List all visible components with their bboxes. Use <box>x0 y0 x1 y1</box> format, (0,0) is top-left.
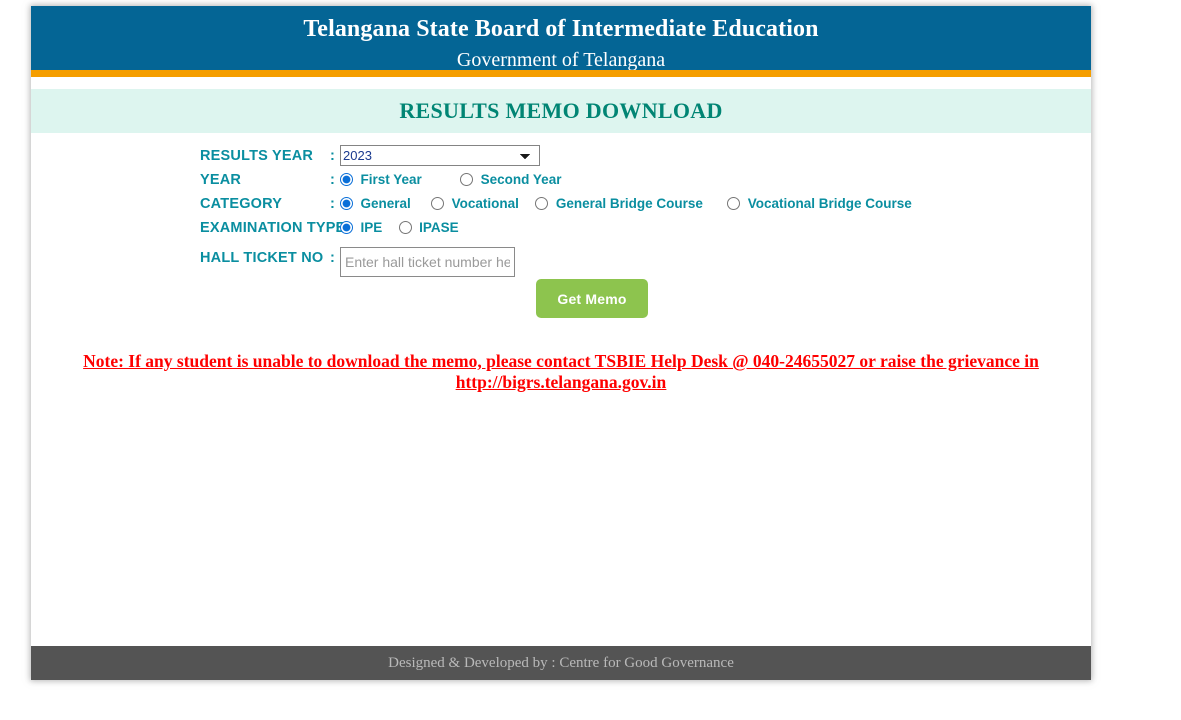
radio-item-second-year[interactable]: Second Year <box>460 169 561 191</box>
footer-credit: Designed & Developed by : Centre for Goo… <box>388 655 734 671</box>
radio-general[interactable] <box>340 196 353 210</box>
colon-year: : <box>330 172 335 188</box>
radio-label-ipase[interactable]: IPASE <box>419 220 459 235</box>
radio-label-first-year[interactable]: First Year <box>360 172 421 187</box>
field-examination-type: IPE IPASE <box>340 217 459 239</box>
label-year: YEAR <box>200 172 242 188</box>
colon-category: : <box>330 196 335 212</box>
results-year-select[interactable]: 2023 <box>340 145 540 166</box>
radio-label-second-year[interactable]: Second Year <box>481 172 562 187</box>
radio-label-general[interactable]: General <box>360 196 410 211</box>
radio-ipe[interactable] <box>340 220 353 234</box>
field-category: General Vocational General Bridge Course <box>340 193 912 215</box>
note-text: Note: If any student is unable to downlo… <box>83 351 1039 371</box>
radio-vocational-bridge-course[interactable] <box>727 196 741 210</box>
orange-accent-bar <box>31 70 1091 77</box>
hall-ticket-input[interactable] <box>340 247 515 277</box>
site-footer: Designed & Developed by : Centre for Goo… <box>31 646 1091 680</box>
label-examination-type: EXAMINATION TYPE <box>200 220 346 236</box>
examination-type-radio-group: IPE IPASE <box>340 217 459 239</box>
grievance-link[interactable]: http://bigrs.telangana.gov.in <box>45 372 1077 393</box>
results-memo-form: RESULTS YEAR : 2023 YEAR : First Year Se… <box>31 133 1091 343</box>
radio-item-first-year[interactable]: First Year <box>340 169 422 191</box>
field-hall-ticket-no <box>340 247 515 277</box>
field-year: First Year Second Year <box>340 169 561 191</box>
label-hall-ticket-no: HALL TICKET NO <box>200 250 324 266</box>
main-container: Telangana State Board of Intermediate Ed… <box>31 6 1091 680</box>
site-header: Telangana State Board of Intermediate Ed… <box>31 6 1091 70</box>
government-subtitle: Government of Telangana <box>456 49 666 71</box>
radio-label-general-bridge-course[interactable]: General Bridge Course <box>556 196 703 211</box>
radio-second-year[interactable] <box>460 172 474 186</box>
radio-item-general[interactable]: General <box>340 193 411 215</box>
help-desk-note: Note: If any student is unable to downlo… <box>45 351 1077 393</box>
radio-label-vocational[interactable]: Vocational <box>452 196 519 211</box>
radio-item-vocational[interactable]: Vocational <box>431 193 519 215</box>
board-title: Telangana State Board of Intermediate Ed… <box>303 16 819 42</box>
radio-item-general-bridge-course[interactable]: General Bridge Course <box>535 193 703 215</box>
radio-first-year[interactable] <box>340 172 353 186</box>
get-memo-button[interactable]: Get Memo <box>536 279 648 318</box>
category-radio-group: General Vocational General Bridge Course <box>340 193 912 215</box>
year-radio-group: First Year Second Year <box>340 169 561 191</box>
page-title-band: RESULTS MEMO DOWNLOAD <box>31 89 1091 133</box>
radio-item-ipase[interactable]: IPASE <box>398 217 459 239</box>
colon-hall-ticket-no: : <box>330 250 335 266</box>
radio-item-vocational-bridge-course[interactable]: Vocational Bridge Course <box>727 193 912 215</box>
radio-label-ipe[interactable]: IPE <box>360 220 382 235</box>
page-root: Telangana State Board of Intermediate Ed… <box>0 0 1181 720</box>
radio-vocational[interactable] <box>431 196 445 210</box>
radio-label-vocational-bridge-course[interactable]: Vocational Bridge Course <box>748 196 912 211</box>
page-title: RESULTS MEMO DOWNLOAD <box>399 98 723 123</box>
label-category: CATEGORY <box>200 196 283 212</box>
label-results-year: RESULTS YEAR <box>200 148 314 164</box>
colon-results-year: : <box>330 148 335 164</box>
field-results-year: 2023 <box>340 145 540 167</box>
radio-ipase[interactable] <box>398 220 412 234</box>
radio-item-ipe[interactable]: IPE <box>340 217 382 239</box>
radio-general-bridge-course[interactable] <box>535 196 549 210</box>
